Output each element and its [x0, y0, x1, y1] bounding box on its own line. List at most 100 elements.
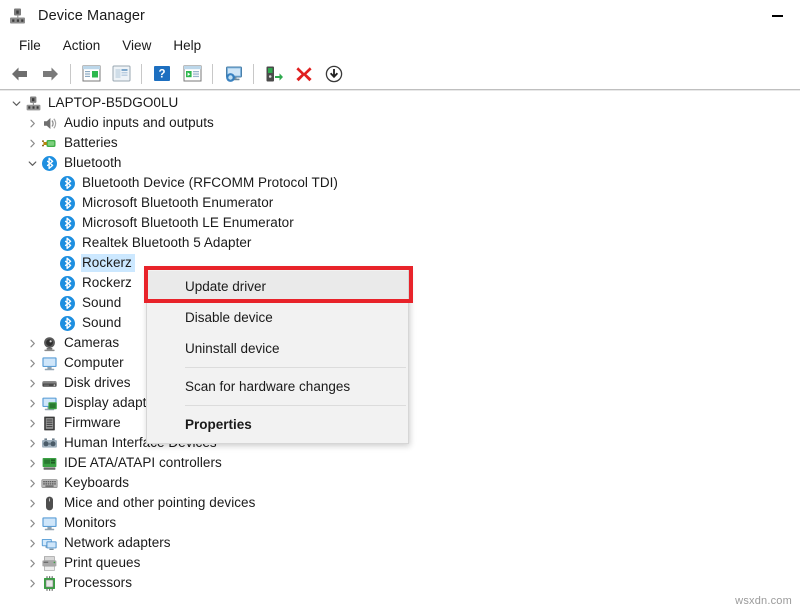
tree-row-content: Firmware	[0, 413, 124, 433]
tree-row[interactable]: Microsoft Bluetooth LE Enumerator	[0, 213, 800, 233]
tree-row[interactable]: Bluetooth	[0, 153, 800, 173]
toolbar-back[interactable]	[6, 61, 34, 87]
tree-row-content: Bluetooth Device (RFCOMM Protocol TDI)	[0, 174, 341, 192]
tree-row-label: Rockerz	[81, 254, 135, 272]
tree-row-label: Sound	[81, 314, 124, 332]
chevron-right-icon[interactable]	[24, 433, 40, 453]
ctx-uninstall-device[interactable]: Uninstall device	[147, 333, 408, 364]
chevron-right-icon[interactable]	[24, 373, 40, 393]
tree-row-label: Keyboards	[63, 474, 132, 492]
menu-help[interactable]: Help	[162, 36, 212, 55]
menu-file[interactable]: File	[8, 36, 52, 55]
tree-row[interactable]: Bluetooth Device (RFCOMM Protocol TDI)	[0, 173, 800, 193]
toolbar-console-tree[interactable]	[77, 61, 105, 87]
toolbar-uninstall-device[interactable]	[290, 61, 318, 87]
bluetooth-icon	[58, 194, 76, 212]
tree-row-content: Computer	[0, 353, 127, 373]
tree-row-label: Cameras	[63, 334, 122, 352]
tree-row-label: Microsoft Bluetooth LE Enumerator	[81, 214, 297, 232]
tree-row-content: Bluetooth	[0, 153, 125, 173]
ctx-update-driver[interactable]: Update driver	[147, 271, 408, 302]
chevron-right-icon[interactable]	[24, 113, 40, 133]
tree-row[interactable]: Processors	[0, 573, 800, 593]
tree-row-content: Processors	[0, 573, 135, 593]
bluetooth-icon	[58, 174, 76, 192]
tree-row[interactable]: LAPTOP-B5DGO0LU	[0, 93, 800, 113]
tree-row-content: Cameras	[0, 333, 122, 353]
toolbar-scan-hardware[interactable]	[219, 61, 247, 87]
toolbar-separator-3	[212, 64, 213, 84]
tree-row[interactable]: Print queues	[0, 553, 800, 573]
tree-row-content: Realtek Bluetooth 5 Adapter	[0, 234, 254, 252]
tree-row-label: Bluetooth Device (RFCOMM Protocol TDI)	[81, 174, 341, 192]
tree-row-content: Display adapters	[0, 393, 168, 413]
tree-row[interactable]: Keyboards	[0, 473, 800, 493]
bluetooth-icon	[58, 254, 76, 272]
chevron-right-icon[interactable]	[24, 133, 40, 153]
ctx-disable-device[interactable]: Disable device	[147, 302, 408, 333]
tree-row[interactable]: Realtek Bluetooth 5 Adapter	[0, 233, 800, 253]
minimize-button[interactable]	[754, 0, 800, 32]
chevron-right-icon[interactable]	[24, 413, 40, 433]
toolbar-update-driver[interactable]	[260, 61, 288, 87]
chevron-right-icon[interactable]	[24, 453, 40, 473]
chevron-down-icon[interactable]	[8, 93, 24, 113]
chevron-right-icon[interactable]	[24, 393, 40, 413]
chevron-right-icon[interactable]	[24, 573, 40, 593]
battery-icon	[40, 134, 58, 152]
tree-row-label: LAPTOP-B5DGO0LU	[47, 94, 181, 112]
toolbar-forward[interactable]	[36, 61, 64, 87]
tree-row-content: Microsoft Bluetooth Enumerator	[0, 194, 276, 212]
tree-row-content: IDE ATA/ATAPI controllers	[0, 453, 225, 473]
tree-row[interactable]: Audio inputs and outputs	[0, 113, 800, 133]
context-menu[interactable]: Update driverDisable deviceUninstall dev…	[146, 268, 409, 444]
bluetooth-icon	[58, 294, 76, 312]
tree-row-content: Mice and other pointing devices	[0, 493, 258, 513]
chevron-down-icon[interactable]	[24, 153, 40, 173]
disk-drive-icon	[40, 374, 58, 392]
toolbar-disable-device[interactable]	[320, 61, 348, 87]
network-adapter-icon	[40, 534, 58, 552]
menu-bar: File Action View Help	[0, 33, 800, 57]
bluetooth-icon	[58, 234, 76, 252]
tree-row[interactable]: Monitors	[0, 513, 800, 533]
minimize-icon	[772, 15, 783, 17]
tree-row-label: Microsoft Bluetooth Enumerator	[81, 194, 276, 212]
tree-row-label: Computer	[63, 354, 127, 372]
tree-row-content: Microsoft Bluetooth LE Enumerator	[0, 214, 297, 232]
tree-row-label: Processors	[63, 574, 135, 592]
chevron-right-icon[interactable]	[24, 553, 40, 573]
chevron-right-icon[interactable]	[24, 513, 40, 533]
chevron-right-icon[interactable]	[24, 533, 40, 553]
monitor-icon	[40, 514, 58, 532]
tree-row-content: Keyboards	[0, 473, 132, 493]
ide-controller-icon	[40, 454, 58, 472]
tree-row-content: Sound	[0, 294, 124, 312]
tree-row[interactable]: IDE ATA/ATAPI controllers	[0, 453, 800, 473]
menu-action[interactable]: Action	[52, 36, 112, 55]
tree-row-label: IDE ATA/ATAPI controllers	[63, 454, 225, 472]
tree-row-content: Audio inputs and outputs	[0, 113, 217, 133]
title-bar: Device Manager	[0, 0, 800, 32]
chevron-right-icon[interactable]	[24, 493, 40, 513]
chevron-right-icon[interactable]	[24, 333, 40, 353]
computer-icon	[24, 94, 42, 112]
monitor-icon	[40, 354, 58, 372]
tree-row[interactable]: Batteries	[0, 133, 800, 153]
tree-row[interactable]: Network adapters	[0, 533, 800, 553]
tree-row[interactable]: Mice and other pointing devices	[0, 493, 800, 513]
tree-row-label: Print queues	[63, 554, 143, 572]
tree-row-content: Rockerz	[0, 274, 135, 292]
tree-row-label: Disk drives	[63, 374, 134, 392]
chevron-right-icon[interactable]	[24, 473, 40, 493]
mouse-icon	[40, 494, 58, 512]
tree-row[interactable]: Microsoft Bluetooth Enumerator	[0, 193, 800, 213]
toolbar-properties[interactable]	[107, 61, 135, 87]
chevron-right-icon[interactable]	[24, 353, 40, 373]
menu-view[interactable]: View	[111, 36, 162, 55]
tree-row-label: Rockerz	[81, 274, 135, 292]
toolbar-action-window[interactable]	[178, 61, 206, 87]
toolbar-help[interactable]: ?	[148, 61, 176, 87]
ctx-properties[interactable]: Properties	[147, 409, 408, 440]
ctx-scan-hardware-changes[interactable]: Scan for hardware changes	[147, 371, 408, 402]
